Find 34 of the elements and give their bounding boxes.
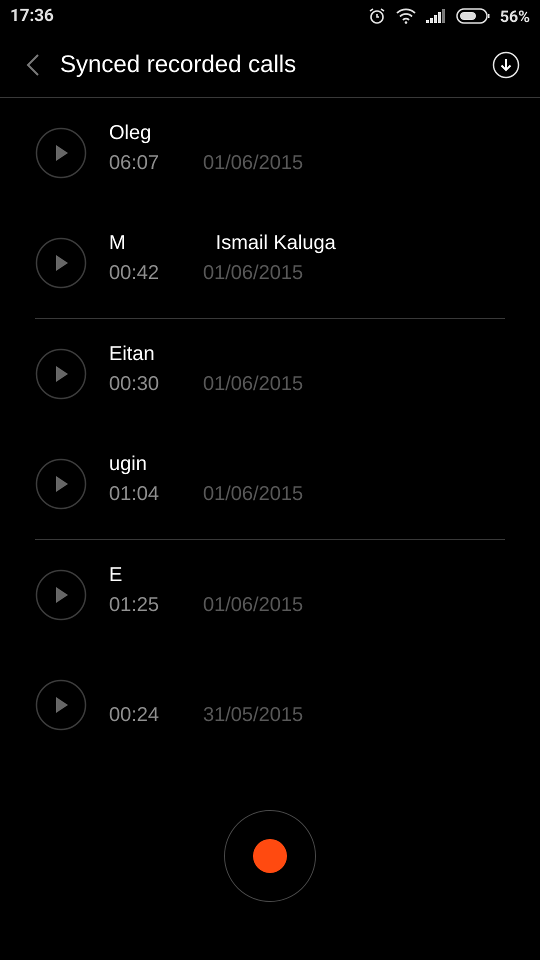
record-icon <box>253 839 287 873</box>
call-duration: 01:25 <box>109 594 160 616</box>
call-duration: 00:30 <box>109 372 160 396</box>
contact-name: Eitan <box>109 342 155 366</box>
call-duration: 00:42 <box>109 262 160 284</box>
call-date: 01/06/2015 <box>203 152 304 174</box>
call-date: 01/06/2015 <box>203 372 304 396</box>
back-icon[interactable] <box>26 52 40 76</box>
call-duration: 06:07 <box>109 152 160 174</box>
contact-name: E <box>109 564 122 588</box>
wifi-icon <box>396 8 416 24</box>
download-icon[interactable] <box>492 50 520 78</box>
play-button[interactable] <box>35 679 87 731</box>
call-date: 01/06/2015 <box>203 482 304 506</box>
call-date: 01/06/2015 <box>203 594 304 616</box>
alarm-icon <box>368 7 386 25</box>
contact-name: Oleg <box>109 122 152 146</box>
play-button[interactable] <box>35 458 87 510</box>
battery-percent: 56% <box>500 6 530 26</box>
page-title: Synced recorded calls <box>60 50 298 78</box>
play-button[interactable] <box>35 348 87 400</box>
call-duration: 00:24 <box>109 704 160 726</box>
call-date: 31/05/2015 <box>203 704 304 726</box>
contact-name: M <box>109 232 126 256</box>
signal-icon <box>426 9 446 23</box>
contact-name: ugin <box>109 452 147 476</box>
play-button[interactable] <box>35 569 87 621</box>
battery-icon <box>456 8 490 24</box>
call-date: 01/06/2015 <box>203 262 304 284</box>
play-button[interactable] <box>35 127 87 179</box>
status-time: 17:36 <box>10 6 54 26</box>
play-button[interactable] <box>35 237 87 289</box>
call-duration: 01:04 <box>109 482 160 506</box>
contact-name: Ismail Kaluga <box>216 232 336 256</box>
